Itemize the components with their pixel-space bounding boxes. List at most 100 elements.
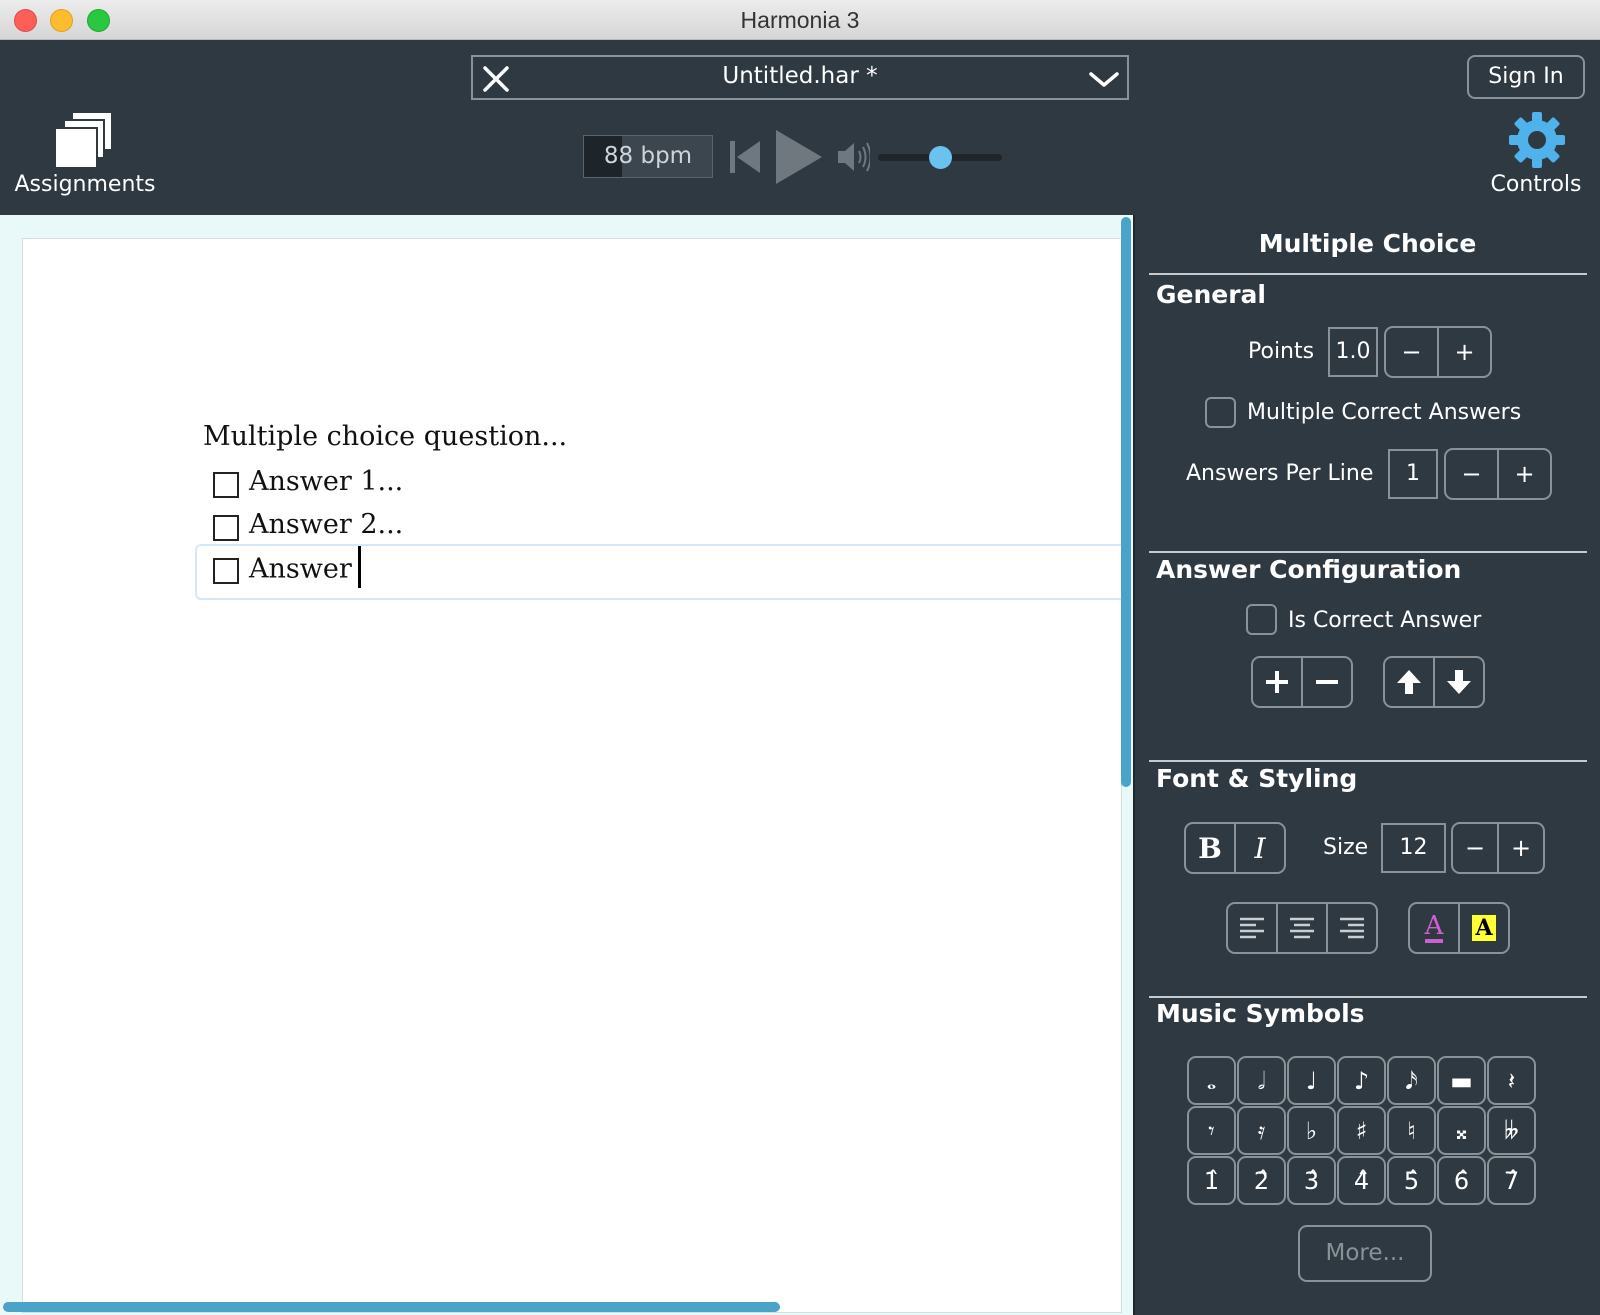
answer-text-editing[interactable]: Answer bbox=[249, 546, 361, 588]
music-symbol-button[interactable]: ♯ bbox=[1337, 1106, 1386, 1155]
music-symbol-button[interactable]: 𝄽 bbox=[1487, 1056, 1536, 1105]
font-size-increment-button[interactable]: + bbox=[1497, 824, 1543, 872]
play-icon[interactable] bbox=[772, 128, 824, 186]
tempo-value: 88 bpm bbox=[603, 143, 693, 169]
toolbar: Untitled.har * Sign In Assignments Contr… bbox=[0, 40, 1600, 215]
align-right-icon bbox=[1340, 917, 1364, 939]
document-area: Multiple choice question... Answer 1... … bbox=[0, 215, 1133, 1315]
answer-checkbox[interactable] bbox=[213, 472, 239, 498]
title-bar: Harmonia 3 bbox=[0, 0, 1600, 40]
controls-label: Controls bbox=[1490, 172, 1582, 197]
align-right-button[interactable] bbox=[1326, 904, 1376, 952]
answer-text[interactable]: Answer 1... bbox=[249, 466, 403, 497]
color-group: A A bbox=[1408, 902, 1510, 954]
points-decrement-button[interactable]: − bbox=[1386, 328, 1437, 376]
music-symbol-button[interactable]: ♭ bbox=[1287, 1106, 1336, 1155]
size-label: Size bbox=[1323, 835, 1369, 860]
controls-button[interactable]: Controls bbox=[1480, 110, 1592, 200]
highlight-color-button[interactable]: A bbox=[1458, 904, 1508, 952]
music-symbol-button[interactable]: 2̂ bbox=[1237, 1156, 1286, 1205]
sign-in-button[interactable]: Sign In bbox=[1467, 55, 1585, 99]
answer-checkbox[interactable] bbox=[213, 558, 239, 584]
points-increment-button[interactable]: + bbox=[1437, 328, 1490, 376]
arrow-down-icon bbox=[1447, 670, 1471, 694]
font-size-decrement-button[interactable]: − bbox=[1453, 824, 1497, 872]
font-size-input[interactable]: 12 bbox=[1381, 823, 1446, 873]
question-text[interactable]: Multiple choice question... bbox=[203, 421, 567, 452]
more-symbols-button[interactable]: More... bbox=[1298, 1225, 1432, 1282]
music-symbols-heading: Music Symbols bbox=[1156, 999, 1365, 1028]
music-symbol-button[interactable]: ♮ bbox=[1387, 1106, 1436, 1155]
is-correct-checkbox[interactable] bbox=[1246, 604, 1277, 635]
music-symbol-button[interactable]: 3̂ bbox=[1287, 1156, 1336, 1205]
divider bbox=[1149, 760, 1587, 762]
bold-button[interactable]: B bbox=[1186, 824, 1234, 872]
text-color-button[interactable]: A bbox=[1410, 904, 1458, 952]
answers-per-line-input[interactable]: 1 bbox=[1388, 449, 1438, 499]
music-symbol-button[interactable]: 𝄪 bbox=[1437, 1106, 1486, 1155]
music-symbol-button[interactable]: 6̂ bbox=[1437, 1156, 1486, 1205]
music-symbol-button[interactable]: 𝅘𝅥𝅯 bbox=[1387, 1056, 1436, 1105]
align-left-icon bbox=[1240, 917, 1264, 939]
answers-per-line-increment-button[interactable]: + bbox=[1497, 450, 1550, 498]
answer-checkbox[interactable] bbox=[213, 515, 239, 541]
music-symbol-button[interactable]: 𝄫 bbox=[1487, 1106, 1536, 1155]
file-selector[interactable]: Untitled.har * bbox=[471, 55, 1129, 100]
font-size-stepper: − + bbox=[1451, 822, 1545, 874]
italic-button[interactable]: I bbox=[1234, 824, 1284, 872]
chevron-down-icon[interactable] bbox=[1087, 65, 1121, 93]
music-symbol-button[interactable]: 7̂ bbox=[1487, 1156, 1536, 1205]
music-symbols-grid: 𝅝 𝅗𝅥 ♩ ♪ 𝅘𝅥𝅯 ▬ 𝄽 𝄾 𝄿 ♭ ♯ ♮ 𝄪 𝄫 1̂ 2̂ 3̂ 4̂ 5̂ 6̂ 7̂ bbox=[1187, 1056, 1542, 1206]
document-page[interactable]: Multiple choice question... Answer 1... … bbox=[22, 238, 1125, 1313]
divider bbox=[1149, 273, 1587, 275]
window-title: Harmonia 3 bbox=[740, 7, 860, 33]
multiple-correct-label: Multiple Correct Answers bbox=[1247, 400, 1522, 425]
remove-answer-button[interactable] bbox=[1301, 658, 1351, 706]
text-caret bbox=[357, 546, 361, 588]
arrow-up-icon bbox=[1397, 670, 1421, 694]
music-symbol-button[interactable]: 4̂ bbox=[1337, 1156, 1386, 1205]
minus-icon bbox=[1316, 680, 1338, 684]
highlight-icon: A bbox=[1472, 915, 1496, 941]
music-symbol-button[interactable]: 1̂ bbox=[1187, 1156, 1236, 1205]
align-left-button[interactable] bbox=[1228, 904, 1276, 952]
assignments-button[interactable]: Assignments bbox=[10, 110, 160, 200]
move-answer-up-button[interactable] bbox=[1385, 658, 1433, 706]
answers-per-line-stepper: − + bbox=[1444, 448, 1552, 500]
music-symbol-button[interactable]: 𝅝 bbox=[1187, 1056, 1236, 1105]
music-symbol-button[interactable]: ▬ bbox=[1437, 1056, 1486, 1105]
bold-italic-group: B I bbox=[1184, 822, 1286, 874]
answers-per-line-decrement-button[interactable]: − bbox=[1446, 450, 1497, 498]
skip-back-icon[interactable] bbox=[728, 137, 762, 177]
music-symbol-button[interactable]: 𝅗𝅥 bbox=[1237, 1056, 1286, 1105]
answer-config-heading: Answer Configuration bbox=[1156, 555, 1462, 584]
multiple-correct-checkbox[interactable] bbox=[1205, 397, 1236, 428]
align-center-icon bbox=[1290, 917, 1314, 939]
music-symbol-button[interactable]: 5̂ bbox=[1387, 1156, 1436, 1205]
divider bbox=[1149, 551, 1587, 553]
text-color-icon: A bbox=[1424, 911, 1444, 943]
tempo-field[interactable]: 88 bpm bbox=[583, 135, 713, 178]
assignments-icon bbox=[54, 111, 113, 169]
add-answer-button[interactable] bbox=[1253, 658, 1301, 706]
is-correct-label: Is Correct Answer bbox=[1288, 608, 1482, 633]
volume-icon[interactable] bbox=[836, 139, 870, 175]
align-center-button[interactable] bbox=[1276, 904, 1326, 952]
add-remove-answer-group bbox=[1251, 656, 1353, 708]
music-symbol-button[interactable]: 𝄾 bbox=[1187, 1106, 1236, 1155]
move-answer-group bbox=[1383, 656, 1485, 708]
points-input[interactable]: 1.0 bbox=[1328, 327, 1378, 377]
gear-icon bbox=[1509, 112, 1565, 168]
horizontal-scrollbar[interactable] bbox=[3, 1302, 780, 1312]
panel-title: Multiple Choice bbox=[1258, 229, 1477, 258]
volume-slider-thumb[interactable] bbox=[929, 146, 952, 169]
volume-slider[interactable] bbox=[878, 146, 1002, 169]
points-stepper: − + bbox=[1384, 326, 1492, 378]
answer-text[interactable]: Answer 2... bbox=[249, 509, 403, 540]
music-symbol-button[interactable]: ♩ bbox=[1287, 1056, 1336, 1105]
music-symbol-button[interactable]: 𝄿 bbox=[1237, 1106, 1286, 1155]
move-answer-down-button[interactable] bbox=[1433, 658, 1483, 706]
music-symbol-button[interactable]: ♪ bbox=[1337, 1056, 1386, 1105]
answers-per-line-label: Answers Per Line bbox=[1186, 461, 1374, 486]
vertical-scrollbar[interactable] bbox=[1121, 217, 1131, 787]
